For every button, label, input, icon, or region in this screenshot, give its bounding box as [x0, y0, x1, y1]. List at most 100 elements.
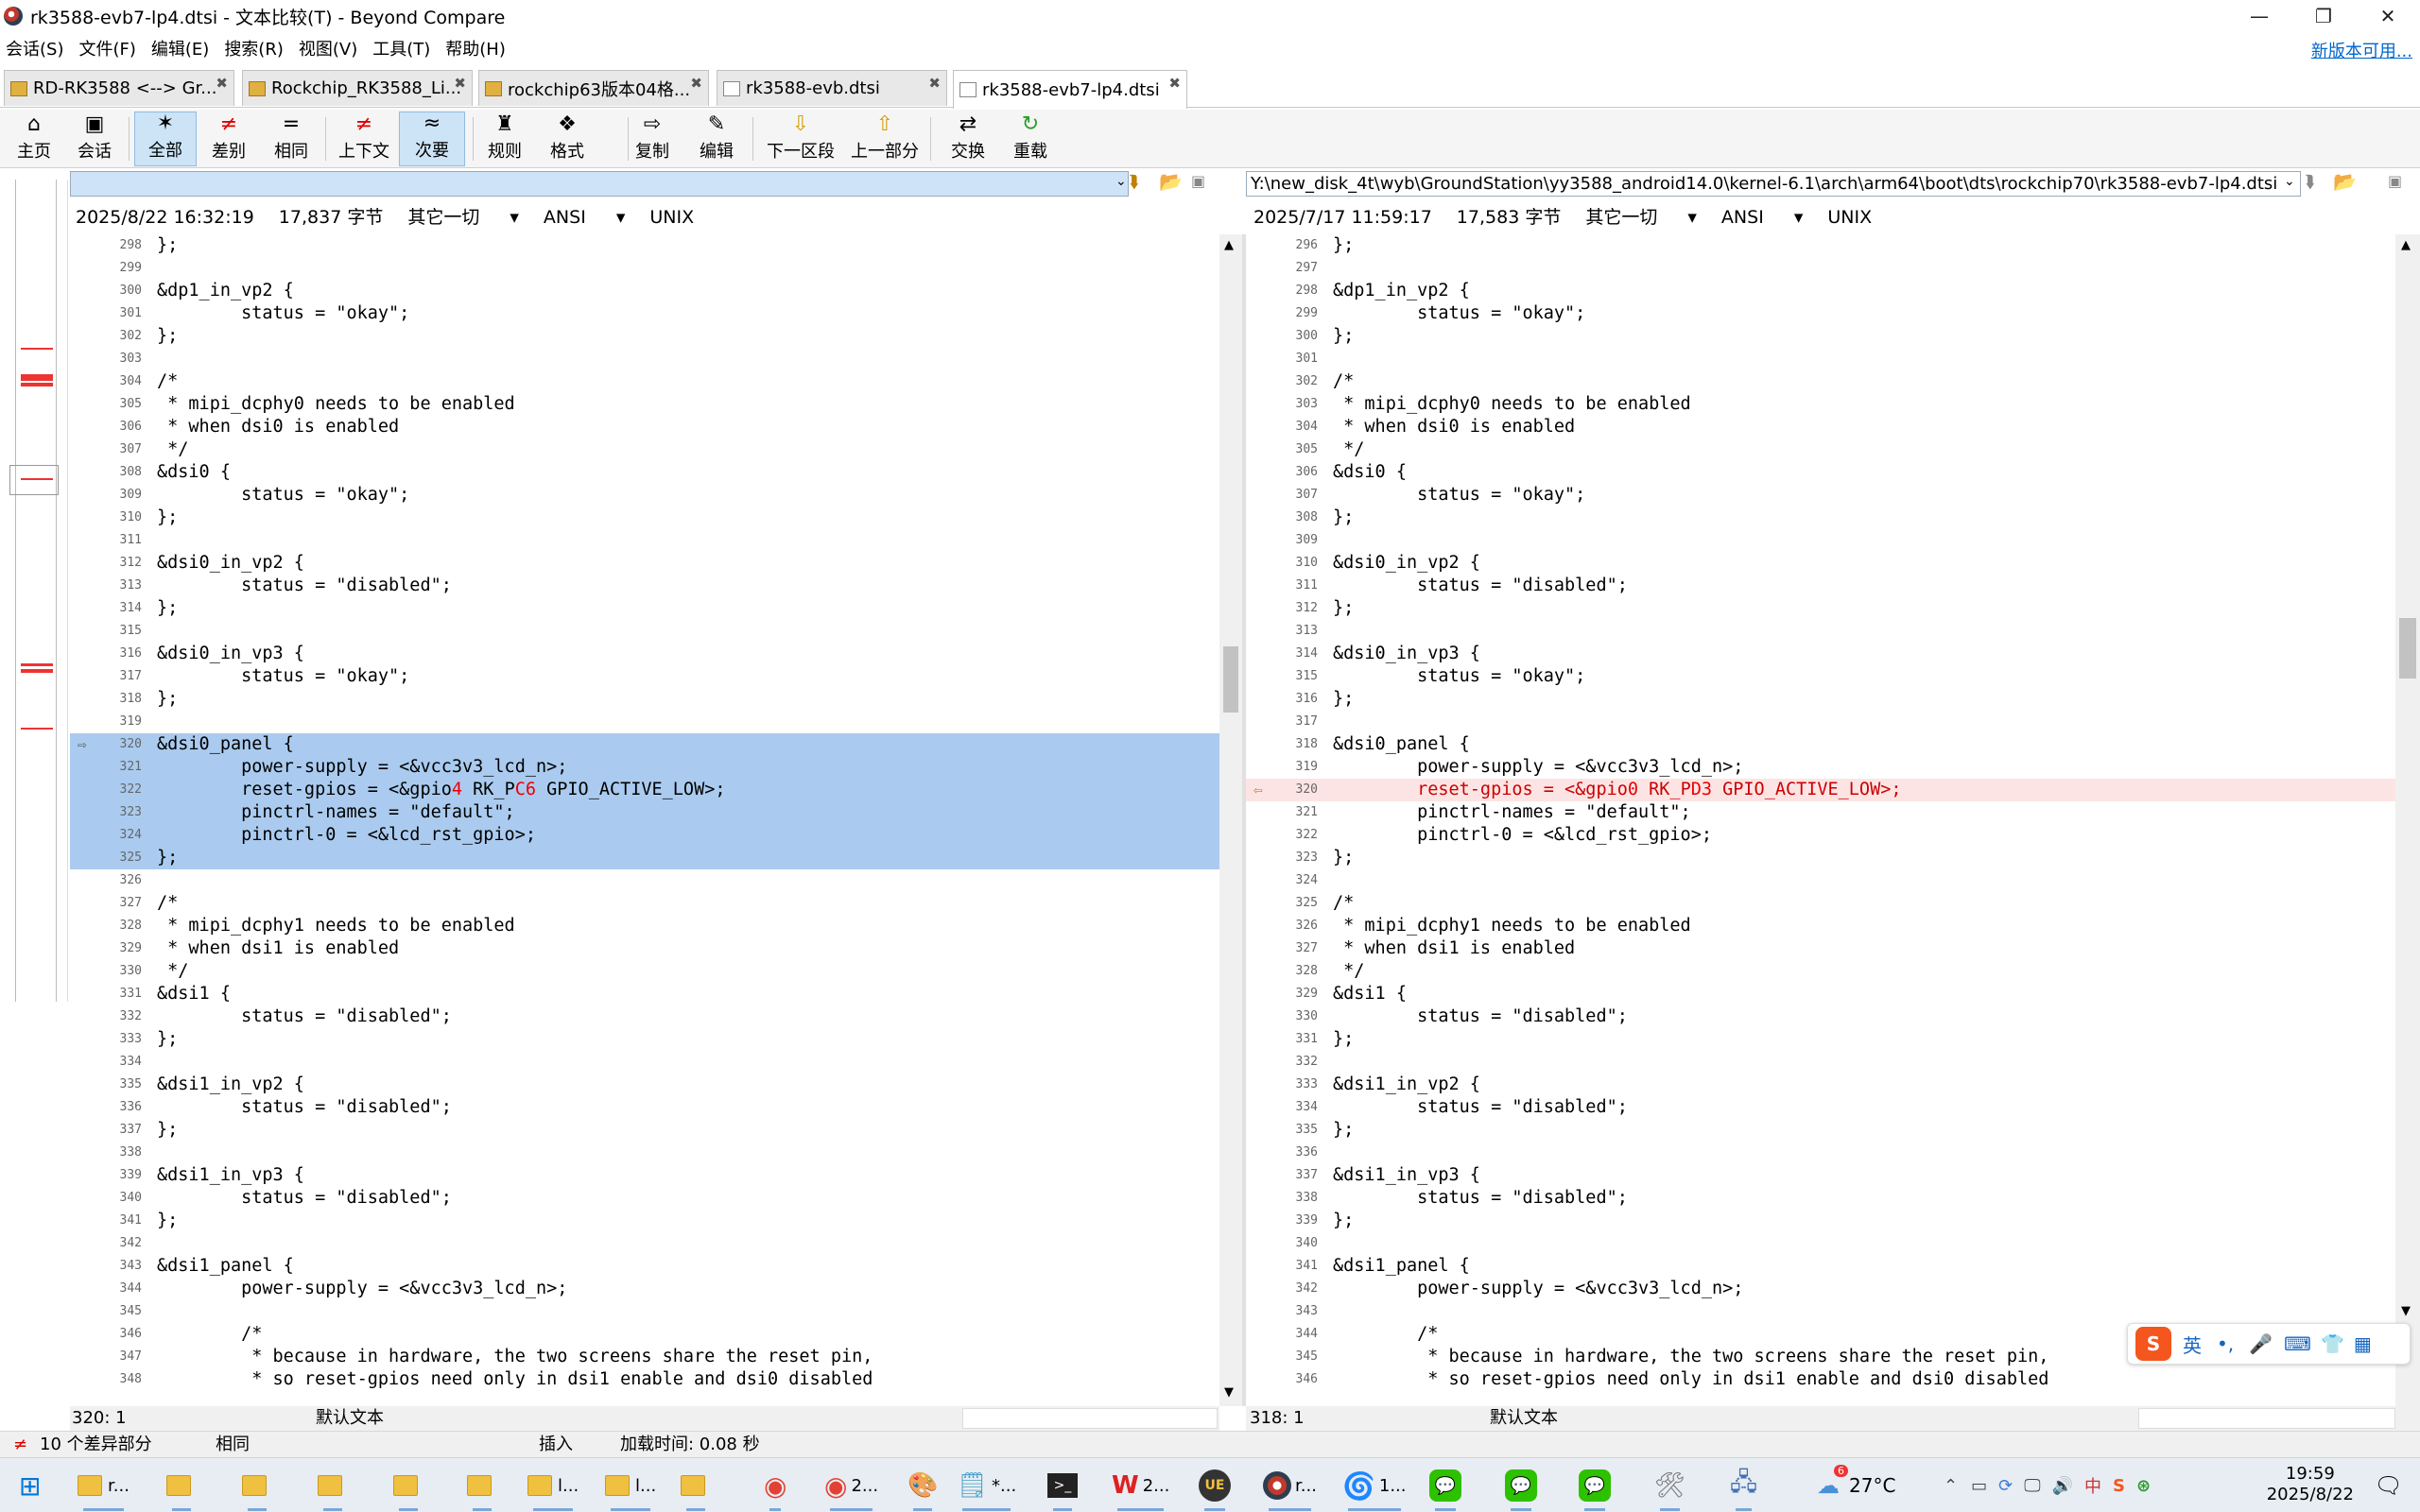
code-line[interactable]: 318 &dsi0_panel {: [1246, 733, 2395, 756]
open-folder-icon[interactable]: 📂: [2333, 170, 2357, 193]
code-line[interactable]: 308 &dsi0 {: [70, 461, 1219, 484]
taskbar-wechat-2[interactable]: 💬: [1505, 1466, 1537, 1511]
code-line[interactable]: 341};: [70, 1210, 1219, 1232]
code-line[interactable]: 346 /*: [70, 1323, 1219, 1346]
start-button[interactable]: ⊞: [19, 1466, 41, 1505]
taskbar-terminal[interactable]: >_: [1047, 1466, 1078, 1511]
left-filter-dropdown[interactable]: 其它一切 ▾: [407, 207, 519, 228]
tab-session-2[interactable]: Rockchip_RK3588_Li... ✖: [242, 70, 473, 106]
code-line[interactable]: 348 * so reset-gpios need only in dsi1 e…: [70, 1368, 1219, 1391]
code-line[interactable]: 297: [1246, 257, 2395, 280]
tab-close-icon[interactable]: ✖: [928, 75, 941, 92]
code-line[interactable]: 329 &dsi1 {: [1246, 983, 2395, 1005]
code-line[interactable]: 343: [1246, 1300, 2395, 1323]
edit-button[interactable]: ✎ 编辑: [696, 112, 737, 166]
save-icon[interactable]: ▣: [2388, 172, 2402, 190]
tab-close-icon[interactable]: ✖: [454, 75, 466, 92]
taskbar-paint[interactable]: 🎨: [908, 1466, 938, 1511]
taskbar-chrome-1[interactable]: ◉: [764, 1466, 786, 1511]
update-available-link[interactable]: 新版本可用...: [2311, 38, 2412, 62]
menu-file[interactable]: 文件(F): [73, 36, 141, 60]
code-line[interactable]: 335 &dsi1_in_vp2 {: [70, 1074, 1219, 1096]
close-button[interactable]: ✕: [2356, 0, 2420, 32]
notification-center-button[interactable]: 🗨: [2375, 1466, 2403, 1505]
show-diffs-button[interactable]: ≠ 差别: [202, 112, 255, 166]
tab-close-icon[interactable]: ✖: [690, 75, 702, 92]
code-line[interactable]: 307 */: [70, 438, 1219, 461]
minimize-button[interactable]: —: [2227, 0, 2291, 32]
volume-icon[interactable]: 🔊: [2052, 1476, 2073, 1496]
code-line[interactable]: 330 */: [70, 960, 1219, 983]
code-line[interactable]: 340: [1246, 1232, 2395, 1255]
minor-button[interactable]: ≈ 次要: [399, 112, 465, 166]
code-line[interactable]: 306 &dsi0 {: [1246, 461, 2395, 484]
code-line[interactable]: 337};: [70, 1119, 1219, 1142]
taskbar-ultraedit[interactable]: UE: [1199, 1466, 1231, 1511]
save-icon[interactable]: ▣: [1191, 172, 1205, 190]
code-line[interactable]: 329 * when dsi1 is enabled: [70, 937, 1219, 960]
code-line[interactable]: 312 &dsi0_in_vp2 {: [70, 552, 1219, 575]
format-button[interactable]: ❖ 格式: [541, 112, 594, 166]
battery-icon[interactable]: ▭: [1971, 1476, 1987, 1496]
code-line[interactable]: 339 &dsi1_in_vp3 {: [70, 1164, 1219, 1187]
skin-icon[interactable]: 👕: [2321, 1332, 2344, 1355]
code-line[interactable]: 323 pinctrl-names = "default";: [70, 801, 1219, 824]
taskbar-explorer-8[interactable]: l...: [605, 1466, 656, 1511]
taskbar-explorer-3[interactable]: [242, 1466, 272, 1511]
code-line[interactable]: 305 * mipi_dcphy0 needs to be enabled: [70, 393, 1219, 416]
tab-session-5[interactable]: rk3588-evb7-lp4.dtsi ✖: [953, 70, 1187, 109]
code-line[interactable]: 315: [70, 620, 1219, 643]
display-icon[interactable]: 🖵: [2024, 1476, 2040, 1496]
code-line[interactable]: 342 power-supply = <&vcc3v3_lcd_n>;: [1246, 1278, 2395, 1300]
taskbar-explorer-4[interactable]: [318, 1466, 348, 1511]
code-line[interactable]: 342: [70, 1232, 1219, 1255]
code-line[interactable]: 341 &dsi1_panel {: [1246, 1255, 2395, 1278]
code-line[interactable]: 332: [1246, 1051, 2395, 1074]
ime-toolbar[interactable]: S 英 •, 🎤 ⌨ 👕 ▦: [2127, 1323, 2411, 1365]
restore-button[interactable]: ❐: [2291, 0, 2356, 32]
weather-widget[interactable]: ☁ 6 27°C: [1817, 1465, 1895, 1505]
chevron-up-icon[interactable]: ▲: [1224, 238, 1234, 252]
tab-session-1[interactable]: RD-RK3588 <--> Gr... ✖: [4, 70, 234, 106]
chevron-down-icon[interactable]: ⌄: [1115, 174, 1127, 189]
chevron-up-icon[interactable]: ▲: [2401, 238, 2411, 252]
code-line[interactable]: 300};: [1246, 325, 2395, 348]
prev-section-button[interactable]: ⇧ 上一部分: [849, 112, 921, 166]
code-line[interactable]: 322 reset-gpios = <&gpio4 RK_PC6 GPIO_AC…: [70, 779, 1219, 801]
punctuation-icon[interactable]: •,: [2217, 1332, 2234, 1355]
rules-button[interactable]: ♜ 规则: [478, 112, 531, 166]
taskbar-explorer-6[interactable]: [467, 1466, 497, 1511]
right-horizontal-scrollbar[interactable]: [2138, 1408, 2395, 1429]
code-line[interactable]: 338 status = "disabled";: [1246, 1187, 2395, 1210]
sync-icon[interactable]: ⟳: [1998, 1476, 2013, 1496]
code-line[interactable]: 331};: [1246, 1028, 2395, 1051]
tab-close-icon[interactable]: ✖: [1168, 75, 1181, 92]
code-line[interactable]: 327 * when dsi1 is enabled: [1246, 937, 2395, 960]
code-line[interactable]: 316};: [1246, 688, 2395, 711]
left-path-input[interactable]: [70, 171, 1129, 197]
home-button[interactable]: ⌂ 主页: [13, 112, 55, 166]
code-line[interactable]: 319 power-supply = <&vcc3v3_lcd_n>;: [1246, 756, 2395, 779]
code-line[interactable]: 346 * so reset-gpios need only in dsi1 e…: [1246, 1368, 2395, 1391]
code-line[interactable]: 330 status = "disabled";: [1246, 1005, 2395, 1028]
taskbar-explorer-7[interactable]: l...: [527, 1466, 579, 1511]
taskbar-explorer-5[interactable]: [393, 1466, 424, 1511]
menu-edit[interactable]: 编辑(E): [146, 36, 215, 60]
taskbar-wechat-3[interactable]: 💬: [1579, 1466, 1611, 1511]
code-line[interactable]: 311 status = "disabled";: [1246, 575, 2395, 597]
menu-session[interactable]: 会话(S): [0, 36, 69, 60]
code-line[interactable]: 311: [70, 529, 1219, 552]
code-line[interactable]: 337 &dsi1_in_vp3 {: [1246, 1164, 2395, 1187]
code-line[interactable]: 334 status = "disabled";: [1246, 1096, 2395, 1119]
code-line[interactable]: 299: [70, 257, 1219, 280]
code-line[interactable]: 345: [70, 1300, 1219, 1323]
taskbar-beyond-compare[interactable]: r...: [1263, 1466, 1317, 1511]
code-line[interactable]: 305 */: [1246, 438, 2395, 461]
browse-history-icon[interactable]: ⮯: [1129, 172, 1139, 192]
diff-thumbnail-overview[interactable]: [0, 180, 68, 1002]
context-button[interactable]: ≠ 上下文: [333, 112, 395, 166]
ime-language[interactable]: 英: [2183, 1331, 2202, 1358]
sogou-logo-icon[interactable]: S: [2135, 1327, 2171, 1361]
menu-help[interactable]: 帮助(H): [440, 36, 511, 60]
taskbar-explorer-1[interactable]: r...: [78, 1466, 130, 1511]
